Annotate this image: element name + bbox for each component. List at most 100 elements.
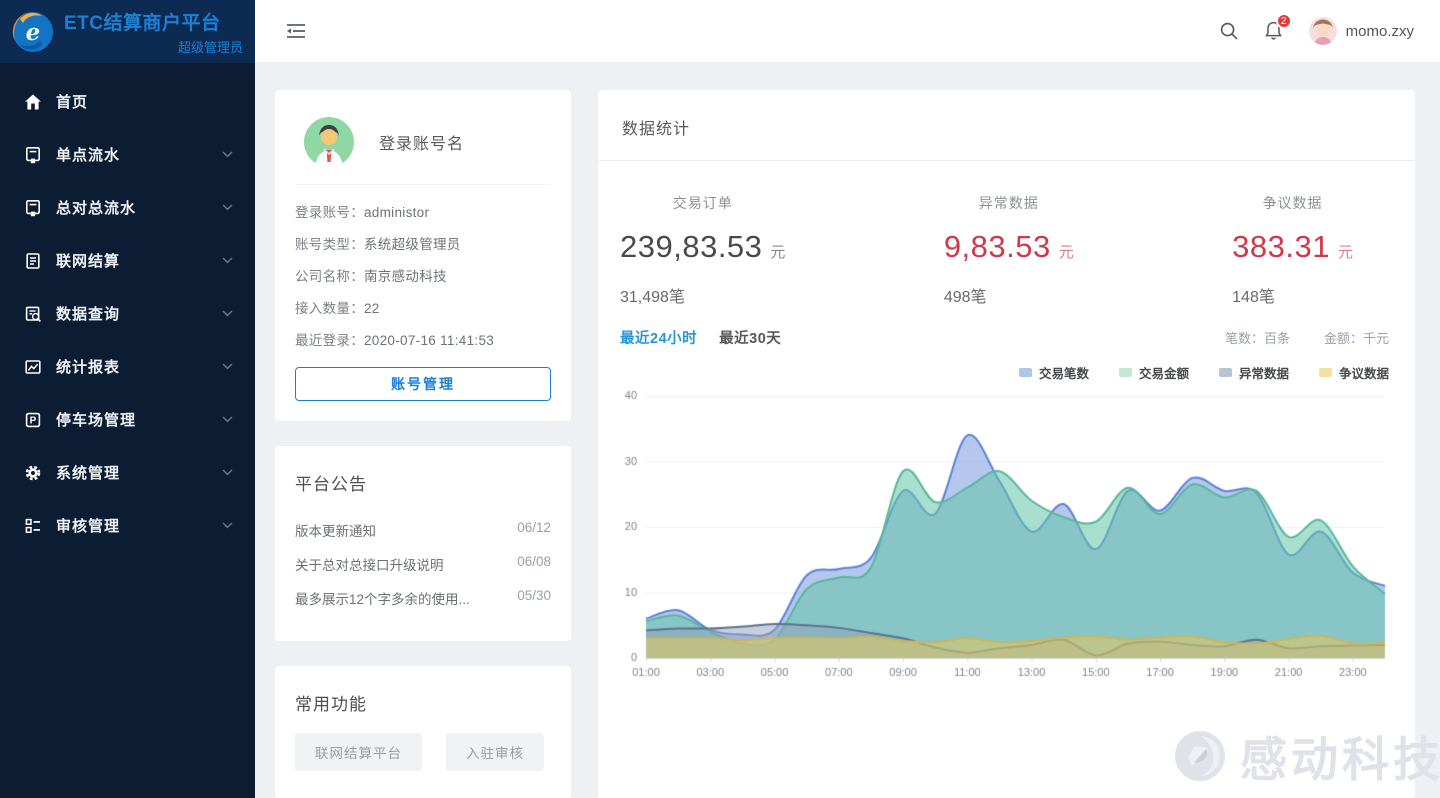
stats-row: 交易订单 239,83.53元 31,498笔 异常数据 9,83.53元 49… bbox=[598, 161, 1415, 311]
announcement-link[interactable]: 版本更新通知 bbox=[295, 520, 505, 540]
tab-last-30d[interactable]: 最近30天 bbox=[719, 327, 781, 348]
stats-panel-title: 数据统计 bbox=[598, 90, 1415, 161]
profile-row-type: 账号类型：系统超级管理员 bbox=[295, 233, 551, 253]
account-manage-button[interactable]: 账号管理 bbox=[295, 367, 551, 401]
announcement-link[interactable]: 关于总对总接口升级说明 bbox=[295, 554, 505, 574]
svg-text:P: P bbox=[30, 415, 37, 426]
stat-value: 239,83.53 bbox=[620, 229, 762, 265]
search-icon[interactable] bbox=[1219, 21, 1239, 41]
list-item: 关于总对总接口升级说明 06/08 bbox=[295, 547, 551, 581]
legend-swatch bbox=[1219, 368, 1232, 377]
profile-rows: 登录账号：administor 账号类型：系统超级管理员 公司名称：南京感动科技… bbox=[295, 184, 551, 349]
chart-legend: 交易笔数 交易金额 异常数据 争议数据 bbox=[598, 348, 1415, 382]
announcement-date: 05/30 bbox=[517, 588, 551, 608]
main-area: 2 momo.zxy bbox=[255, 0, 1440, 798]
stat-trade-orders: 交易订单 239,83.53 元 31,498笔 bbox=[620, 193, 785, 307]
legend-swatch bbox=[1019, 368, 1032, 377]
chevron-down-icon bbox=[222, 151, 233, 158]
sidebar-item-report[interactable]: 统计报表 bbox=[0, 340, 255, 393]
legend-abnormal[interactable]: 异常数据 bbox=[1219, 363, 1289, 382]
sidebar: e ETC结算商户平台 超级管理员 首页 单点流水 bbox=[0, 0, 255, 798]
user-menu[interactable]: momo.zxy bbox=[1308, 16, 1414, 46]
legend-dispute[interactable]: 争议数据 bbox=[1319, 363, 1389, 382]
brand-title: ETC结算商户平台 bbox=[64, 8, 243, 35]
profile-row-count: 接入数量：22 bbox=[295, 297, 551, 317]
topbar: 2 momo.zxy bbox=[255, 0, 1440, 63]
chevron-down-icon bbox=[222, 469, 233, 476]
stat-value: 9,83.53 bbox=[944, 229, 1051, 265]
left-column: 登录账号名 登录账号：administor 账号类型：系统超级管理员 公司名称：… bbox=[275, 90, 571, 798]
quick-functions-title: 常用功能 bbox=[295, 690, 551, 715]
legend-swatch bbox=[1319, 368, 1332, 377]
stat-label: 交易订单 bbox=[673, 193, 733, 213]
stat-count: 148笔 bbox=[1232, 283, 1275, 307]
chevron-down-icon bbox=[222, 310, 233, 317]
audit-icon bbox=[24, 517, 42, 535]
unit-note-count: 笔数：百条 bbox=[1225, 328, 1290, 347]
brand-text: ETC结算商户平台 超级管理员 bbox=[64, 8, 243, 56]
quick-functions-card: 常用功能 联网结算平台 入驻审核 bbox=[275, 666, 571, 798]
sidebar-item-label: 总对总流水 bbox=[56, 197, 222, 218]
sidebar-item-audit[interactable]: 审核管理 bbox=[0, 499, 255, 552]
stat-abnormal-data: 异常数据 9,83.53元 498笔 bbox=[944, 193, 1074, 307]
sidebar-item-label: 系统管理 bbox=[56, 462, 222, 483]
sidebar-item-total-flow[interactable]: 总对总流水 bbox=[0, 181, 255, 234]
list-item: 最多展示12个字多余的使用... 05/30 bbox=[295, 581, 551, 615]
chevron-down-icon bbox=[222, 204, 233, 211]
profile-title: 登录账号名 bbox=[379, 130, 464, 154]
network-settle-icon bbox=[24, 252, 42, 270]
chevron-down-icon bbox=[222, 257, 233, 264]
sidebar-item-label: 单点流水 bbox=[56, 144, 222, 165]
sidebar-item-parking[interactable]: P 停车场管理 bbox=[0, 393, 255, 446]
total-flow-icon bbox=[24, 199, 42, 217]
chevron-down-icon bbox=[222, 416, 233, 423]
brand-subtitle: 超级管理员 bbox=[178, 37, 243, 56]
chart-area bbox=[598, 382, 1415, 701]
sidebar-item-system[interactable]: 系统管理 bbox=[0, 446, 255, 499]
sidebar-item-label: 停车场管理 bbox=[56, 409, 222, 430]
stat-label: 异常数据 bbox=[979, 193, 1039, 213]
profile-card: 登录账号名 登录账号：administor 账号类型：系统超级管理员 公司名称：… bbox=[275, 90, 571, 421]
stats-panel: 数据统计 交易订单 239,83.53 元 31,498笔 异常数据 9,83.5… bbox=[598, 90, 1415, 798]
notification-bell-icon[interactable]: 2 bbox=[1263, 20, 1284, 42]
brand-header: e ETC结算商户平台 超级管理员 bbox=[0, 0, 255, 63]
app-layout: e ETC结算商户平台 超级管理员 首页 单点流水 bbox=[0, 0, 1440, 798]
announcement-link[interactable]: 最多展示12个字多余的使用... bbox=[295, 588, 505, 608]
quick-button-network-settle[interactable]: 联网结算平台 bbox=[295, 733, 422, 771]
stat-count: 498笔 bbox=[944, 283, 987, 307]
content: 登录账号名 登录账号：administor 账号类型：系统超级管理员 公司名称：… bbox=[255, 63, 1440, 798]
gear-icon bbox=[24, 464, 42, 482]
sidebar-item-home[interactable]: 首页 bbox=[0, 75, 255, 128]
sidebar-item-label: 审核管理 bbox=[56, 515, 222, 536]
parking-icon: P bbox=[24, 411, 42, 429]
chevron-down-icon bbox=[222, 363, 233, 370]
report-icon bbox=[24, 358, 42, 376]
announcement-date: 06/08 bbox=[517, 554, 551, 574]
profile-row-account: 登录账号：administor bbox=[295, 201, 551, 221]
sidebar-item-label: 统计报表 bbox=[56, 356, 222, 377]
profile-avatar bbox=[303, 116, 355, 168]
sidebar-item-label: 数据查询 bbox=[56, 303, 222, 324]
sidebar-item-network-settle[interactable]: 联网结算 bbox=[0, 234, 255, 287]
data-query-icon bbox=[24, 305, 42, 323]
stat-unit: 元 bbox=[770, 241, 785, 262]
profile-row-lastlogin: 最近登录：2020-07-16 11:41:53 bbox=[295, 329, 551, 349]
home-icon bbox=[24, 93, 42, 111]
legend-trade-amount[interactable]: 交易金额 bbox=[1119, 363, 1189, 382]
announcement-title: 平台公告 bbox=[295, 470, 551, 495]
announcement-date: 06/12 bbox=[517, 520, 551, 540]
notification-badge: 2 bbox=[1276, 13, 1292, 29]
sidebar-item-single-flow[interactable]: 单点流水 bbox=[0, 128, 255, 181]
stat-unit: 元 bbox=[1338, 241, 1353, 262]
legend-trade-count[interactable]: 交易笔数 bbox=[1019, 363, 1089, 382]
sidebar-item-data-query[interactable]: 数据查询 bbox=[0, 287, 255, 340]
profile-row-company: 公司名称：南京感动科技 bbox=[295, 265, 551, 285]
tab-last-24h[interactable]: 最近24小时 bbox=[620, 327, 697, 348]
username: momo.zxy bbox=[1346, 23, 1414, 40]
menu-fold-icon[interactable] bbox=[285, 22, 307, 40]
sidebar-menu: 首页 单点流水 总对总流水 联网结算 bbox=[0, 63, 255, 552]
stats-chart-canvas[interactable] bbox=[610, 386, 1403, 688]
quick-button-entry-audit[interactable]: 入驻审核 bbox=[446, 733, 544, 771]
chevron-down-icon bbox=[222, 522, 233, 529]
stat-count: 31,498笔 bbox=[620, 283, 685, 307]
